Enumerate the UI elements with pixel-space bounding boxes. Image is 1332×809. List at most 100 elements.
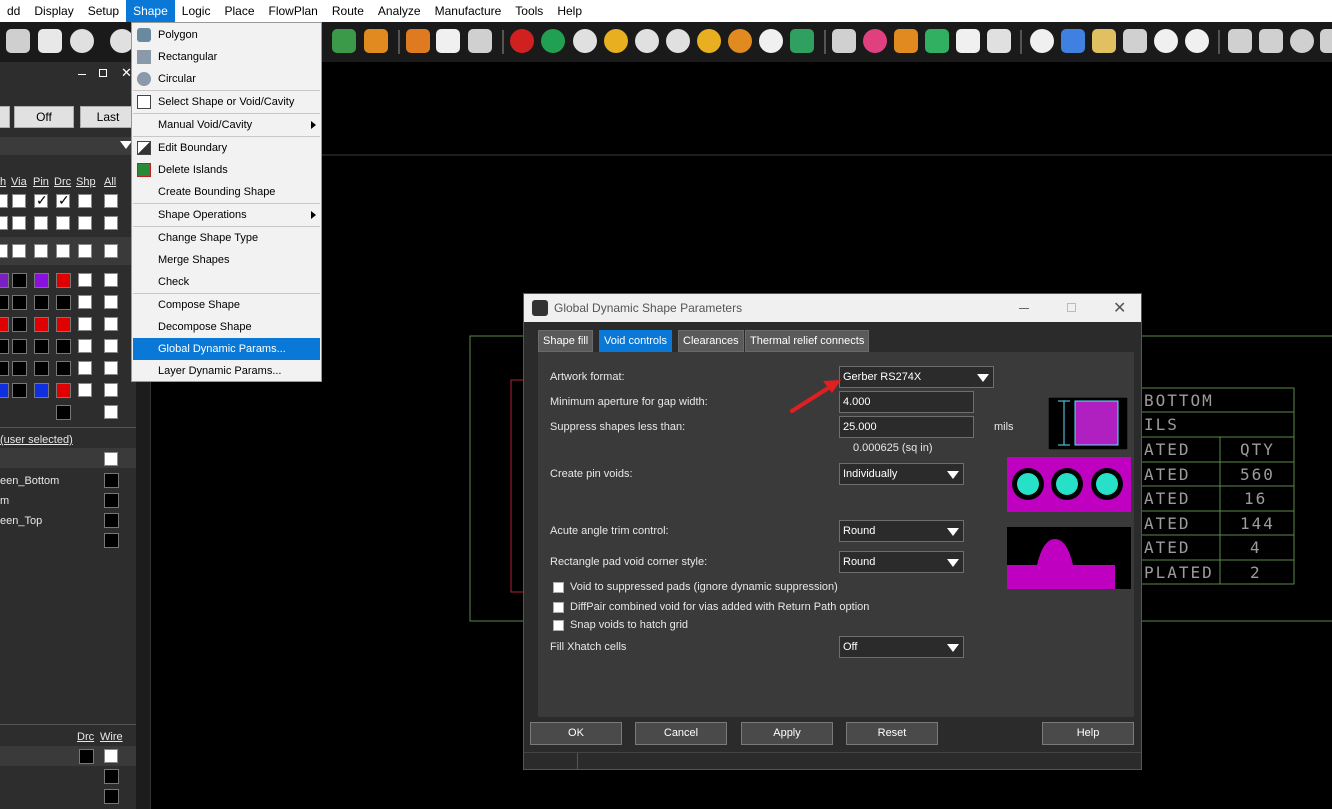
checkbox[interactable] [56, 192, 70, 209]
zoom-fit-icon[interactable] [604, 29, 628, 53]
checkbox[interactable] [0, 216, 8, 230]
add-shape-icon[interactable] [1228, 29, 1252, 53]
checkbox[interactable] [34, 244, 48, 258]
menu-item-polygon[interactable]: Polygon [133, 24, 320, 46]
eye-icon[interactable] [1030, 29, 1054, 53]
close-icon[interactable]: ✕ [1113, 298, 1126, 318]
color-swatch[interactable] [104, 533, 119, 548]
checkbox[interactable] [78, 295, 92, 309]
color-swatch[interactable] [0, 273, 9, 288]
menu-tools[interactable]: Tools [508, 0, 550, 22]
menu-item-create-bounding-shape[interactable]: Create Bounding Shape [133, 181, 320, 203]
suppress-shapes-input[interactable]: 25.000 [839, 416, 974, 438]
zoom-out-icon[interactable] [666, 29, 690, 53]
color-swatch[interactable] [34, 295, 49, 310]
menu-flowplan[interactable]: FlowPlan [262, 0, 325, 22]
color-swatch[interactable] [104, 769, 119, 784]
checkbox[interactable] [104, 361, 118, 375]
menu-item-rectangular[interactable]: Rectangular [133, 46, 320, 68]
checkbox[interactable] [104, 194, 118, 208]
col-header-all[interactable]: All [104, 176, 116, 188]
check-icon[interactable] [541, 29, 565, 53]
checkbox[interactable] [78, 317, 92, 331]
color-swatch[interactable] [12, 361, 27, 376]
more-icon[interactable] [1320, 29, 1332, 53]
checkbox[interactable] [78, 383, 92, 397]
artwork-format-select[interactable]: Gerber RS274X [839, 366, 994, 388]
rect-pad-corner-select[interactable]: Round [839, 551, 964, 573]
checkbox[interactable] [104, 749, 118, 763]
color-swatch[interactable] [104, 473, 119, 488]
menu-shape[interactable]: Shape [126, 0, 175, 22]
menu-item-check[interactable]: Check [133, 271, 320, 293]
add-circle-icon[interactable] [1290, 29, 1314, 53]
color-swatch[interactable] [104, 789, 119, 804]
zoom-points-icon[interactable] [573, 29, 597, 53]
menu-item-compose-shape[interactable]: Compose Shape [133, 294, 320, 316]
settings-icon[interactable] [987, 29, 1011, 53]
checkbox[interactable] [104, 216, 118, 230]
color-swatch[interactable] [0, 317, 9, 332]
menu-manufacture[interactable]: Manufacture [428, 0, 509, 22]
min-aperture-input[interactable]: 4.000 [839, 391, 974, 413]
info-icon[interactable] [1061, 29, 1085, 53]
menu-item-select-shape[interactable]: Select Shape or Void/Cavity [133, 91, 320, 113]
menu-route[interactable]: Route [325, 0, 371, 22]
menu-item-layer-dynamic-params[interactable]: Layer Dynamic Params... [133, 360, 320, 382]
color-swatch[interactable] [34, 317, 49, 332]
minimize-icon[interactable] [1019, 308, 1029, 309]
col-header-wire[interactable]: Wire [100, 731, 123, 743]
col-header-shp[interactable]: Shp [76, 176, 96, 188]
tab-shape-fill[interactable]: Shape fill [538, 330, 594, 352]
checkbox[interactable] [34, 192, 48, 209]
color-swatch[interactable] [0, 361, 9, 376]
add-rect-icon[interactable] [1259, 29, 1283, 53]
layers-icon[interactable] [925, 29, 949, 53]
checkbox[interactable] [0, 244, 8, 258]
col-header-drc[interactable]: Drc [77, 731, 94, 743]
light-icon[interactable] [1154, 29, 1178, 53]
checkbox[interactable] [56, 244, 70, 258]
user-selected-label[interactable]: (user selected) [0, 434, 73, 446]
cancel-button[interactable]: Cancel [635, 722, 727, 745]
checkbox[interactable] [78, 244, 92, 258]
diffpair-void-checkbox[interactable] [553, 602, 564, 613]
menu-item-manual-void[interactable]: Manual Void/Cavity [133, 114, 320, 136]
menu-help[interactable]: Help [550, 0, 589, 22]
color-swatch[interactable] [34, 273, 49, 288]
tab-void-controls[interactable]: Void controls [599, 330, 672, 352]
color-swatch[interactable] [56, 361, 71, 376]
color-swatch[interactable] [34, 339, 49, 354]
checkbox[interactable] [78, 216, 92, 230]
checkbox[interactable] [12, 216, 26, 230]
col-header-h[interactable]: h [0, 176, 6, 188]
swap-icon[interactable] [468, 29, 492, 53]
color-swatch[interactable] [34, 383, 49, 398]
color-swatch[interactable] [56, 317, 71, 332]
color-swatch[interactable] [0, 295, 9, 310]
checkbox[interactable] [78, 361, 92, 375]
color-swatch[interactable] [56, 273, 71, 288]
dim-icon[interactable] [1185, 29, 1209, 53]
menu-place[interactable]: Place [217, 0, 261, 22]
visibility-icon[interactable] [894, 29, 918, 53]
color-swatch[interactable] [56, 339, 71, 354]
chip-icon[interactable] [364, 29, 388, 53]
menu-item-global-dynamic-params[interactable]: Global Dynamic Params... [133, 338, 320, 360]
color-swatch[interactable] [56, 383, 71, 398]
color-swatch[interactable] [12, 339, 27, 354]
checkbox[interactable] [12, 194, 26, 208]
spreadsheet-icon[interactable] [956, 29, 980, 53]
menu-item-merge-shapes[interactable]: Merge Shapes [133, 249, 320, 271]
checkbox[interactable] [78, 339, 92, 353]
color-swatch[interactable] [79, 749, 94, 764]
checkbox[interactable] [104, 295, 118, 309]
checkbox[interactable] [104, 452, 118, 466]
col-header-drc[interactable]: Drc [54, 176, 71, 188]
ok-button[interactable]: OK [530, 722, 622, 745]
add-component-icon[interactable] [332, 29, 356, 53]
checkbox[interactable] [104, 244, 118, 258]
reset-button[interactable]: Reset [846, 722, 938, 745]
void-suppressed-pads-checkbox[interactable] [553, 582, 564, 593]
checkbox[interactable] [56, 216, 70, 230]
